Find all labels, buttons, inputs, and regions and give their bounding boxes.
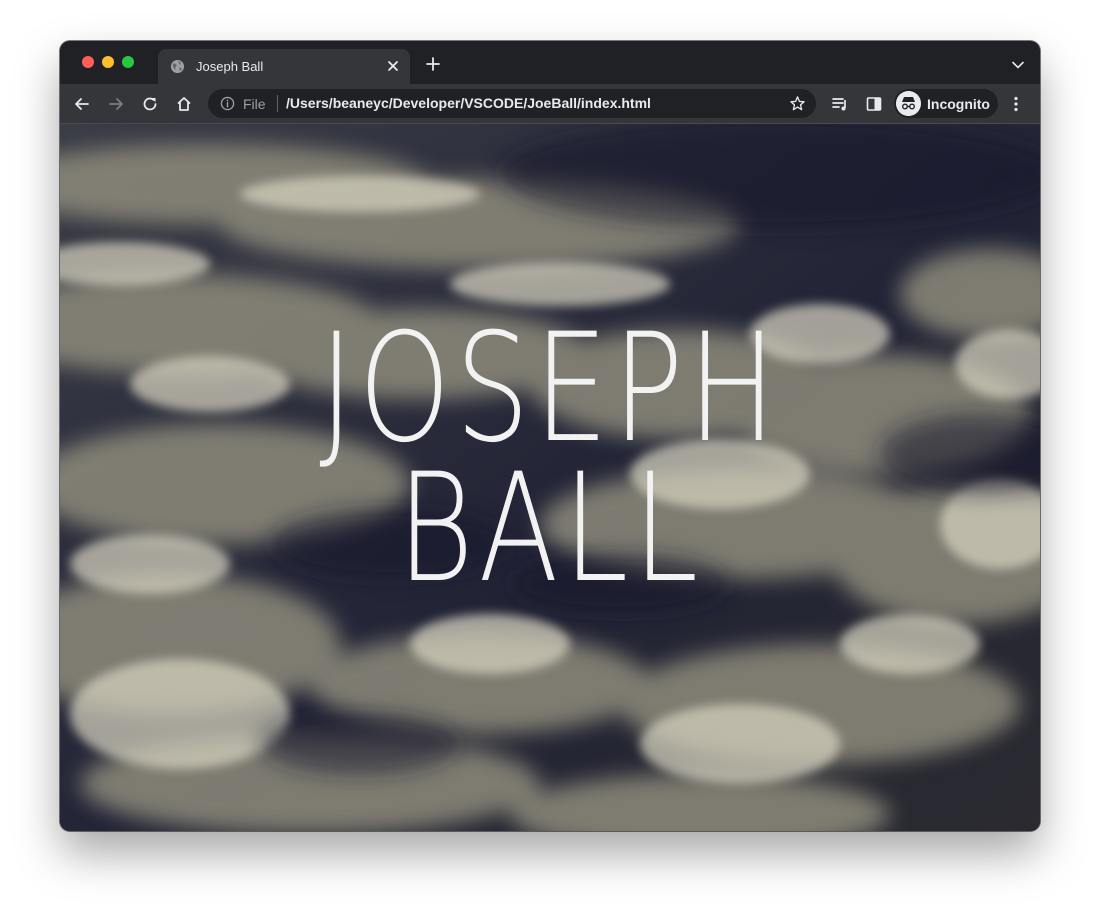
back-arrow-icon[interactable] [73, 95, 91, 113]
minimize-window-button[interactable] [102, 56, 114, 68]
chevron-down-icon[interactable] [1012, 61, 1024, 69]
incognito-profile-button[interactable]: Incognito [894, 89, 998, 118]
close-tab-icon[interactable] [386, 59, 400, 73]
url-text[interactable]: /Users/beaneyc/Developer/VSCODE/JoeBall/… [286, 95, 651, 111]
tab-title: Joseph Ball [196, 59, 264, 74]
media-queue-icon[interactable] [831, 95, 849, 113]
tab-joseph-ball[interactable]: Joseph Ball [158, 49, 410, 84]
url-scheme-label: File [243, 96, 266, 112]
hero-title: Joseph Ball [168, 302, 932, 616]
side-panel-icon[interactable] [865, 95, 883, 113]
browser-toolbar: File /Users/beaneyc/Developer/VSCODE/Joe… [60, 84, 1040, 124]
address-bar[interactable]: File /Users/beaneyc/Developer/VSCODE/Joe… [208, 89, 816, 118]
maximize-window-button[interactable] [122, 56, 134, 68]
omnibox-divider [277, 95, 278, 112]
close-window-button[interactable] [82, 56, 94, 68]
browser-window: Joseph Ball File /Users/beaneyc/Develope… [60, 41, 1040, 831]
more-options-icon[interactable] [1010, 95, 1022, 113]
incognito-label: Incognito [927, 96, 990, 112]
globe-icon [170, 59, 185, 74]
new-tab-icon[interactable] [426, 57, 440, 71]
incognito-icon [896, 91, 921, 116]
hero-last-name: Ball [397, 442, 703, 616]
hero-first-name: Joseph [319, 302, 781, 476]
reload-icon[interactable] [141, 95, 159, 113]
title-bar: Joseph Ball [60, 41, 1040, 84]
forward-arrow-icon[interactable] [107, 95, 125, 113]
page-content: Joseph Ball [60, 124, 1040, 831]
info-icon[interactable] [220, 96, 235, 111]
home-icon[interactable] [175, 95, 193, 113]
bookmark-star-icon[interactable] [789, 95, 806, 112]
